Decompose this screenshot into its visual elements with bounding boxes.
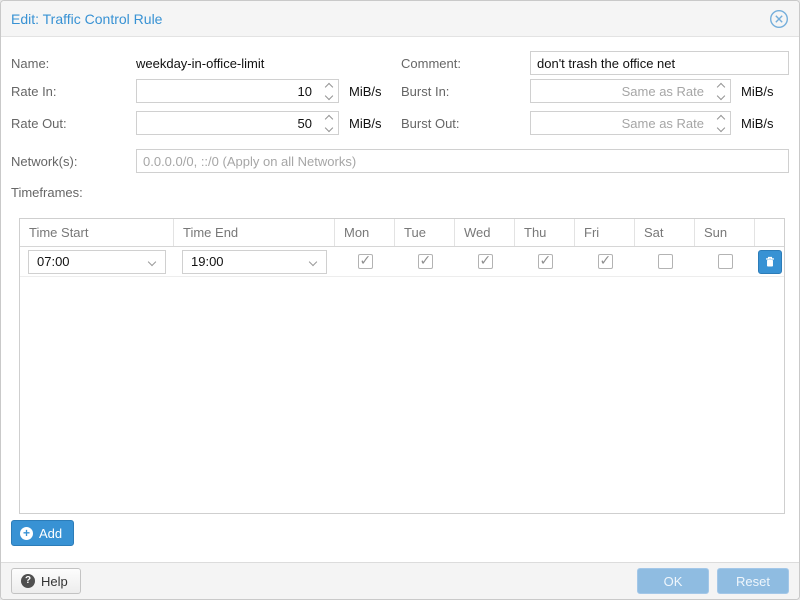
time-start-value: 07:00 [29, 254, 70, 269]
column-header-time-end: Time End [174, 219, 335, 246]
rate-out-input[interactable] [136, 111, 339, 135]
column-header-mon: Mon [335, 219, 395, 246]
chevron-down-icon [148, 257, 156, 265]
name-value: weekday-in-office-limit [136, 56, 264, 71]
burst-out-input[interactable] [530, 111, 731, 135]
comment-label: Comment: [401, 56, 530, 71]
timeframes-table: Time Start Time End Mon Tue Wed Thu Fri … [19, 218, 785, 514]
spinner-down-icon[interactable] [325, 123, 333, 131]
trash-icon [763, 255, 777, 269]
edit-traffic-control-rule-dialog: Edit: Traffic Control Rule Name: weekday… [0, 0, 800, 600]
plus-circle-icon: + [20, 527, 33, 540]
burst-out-label: Burst Out: [401, 116, 530, 131]
spinner-up-icon[interactable] [717, 114, 725, 122]
day-checkbox-tue[interactable] [418, 254, 433, 269]
day-checkbox-sat[interactable] [658, 254, 673, 269]
spinner-up-icon[interactable] [325, 114, 333, 122]
add-button[interactable]: + Add [11, 520, 74, 546]
column-header-tue: Tue [395, 219, 455, 246]
spinner-up-icon[interactable] [325, 82, 333, 90]
timeframes-table-header: Time Start Time End Mon Tue Wed Thu Fri … [20, 219, 784, 247]
column-header-sun: Sun [695, 219, 755, 246]
column-header-thu: Thu [515, 219, 575, 246]
help-button-label: Help [41, 574, 68, 589]
rate-in-input[interactable] [136, 79, 339, 103]
day-checkbox-sun[interactable] [718, 254, 733, 269]
burst-out-unit: MiB/s [741, 116, 774, 131]
networks-input[interactable] [136, 149, 789, 173]
dialog-body: Name: weekday-in-office-limit Comment: R… [1, 37, 799, 546]
spinner-up-icon[interactable] [717, 82, 725, 90]
time-end-combo[interactable]: 19:00 [182, 250, 327, 274]
name-label: Name: [11, 56, 136, 71]
dialog-header: Edit: Traffic Control Rule [1, 1, 799, 37]
reset-button[interactable]: Reset [717, 568, 789, 594]
spinner-down-icon[interactable] [325, 91, 333, 99]
burst-in-input[interactable] [530, 79, 731, 103]
day-checkbox-mon[interactable] [358, 254, 373, 269]
comment-input[interactable] [530, 51, 789, 75]
column-header-sat: Sat [635, 219, 695, 246]
delete-row-button[interactable] [758, 250, 782, 274]
column-header-fri: Fri [575, 219, 635, 246]
rate-out-unit: MiB/s [349, 116, 382, 131]
rate-in-unit: MiB/s [349, 84, 382, 99]
rate-out-label: Rate Out: [11, 116, 136, 131]
spinner-down-icon[interactable] [717, 91, 725, 99]
close-icon [769, 9, 789, 29]
day-checkbox-thu[interactable] [538, 254, 553, 269]
rate-in-label: Rate In: [11, 84, 136, 99]
column-header-wed: Wed [455, 219, 515, 246]
add-button-label: Add [39, 526, 62, 541]
timeframes-table-empty-area [20, 277, 784, 513]
column-header-time-start: Time Start [20, 219, 174, 246]
question-circle-icon: ? [21, 574, 35, 588]
networks-label: Network(s): [11, 154, 136, 169]
burst-in-unit: MiB/s [741, 84, 774, 99]
time-start-combo[interactable]: 07:00 [28, 250, 166, 274]
dialog-title: Edit: Traffic Control Rule [11, 11, 162, 27]
dialog-footer: ? Help OK Reset [1, 562, 799, 599]
chevron-down-icon [309, 257, 317, 265]
timeframe-row: 07:00 19:00 [20, 247, 784, 277]
close-button[interactable] [769, 9, 789, 29]
timeframes-label: Timeframes: [11, 185, 789, 200]
day-checkbox-wed[interactable] [478, 254, 493, 269]
ok-button[interactable]: OK [637, 568, 709, 594]
burst-in-label: Burst In: [401, 84, 530, 99]
column-header-actions [755, 219, 784, 246]
spinner-down-icon[interactable] [717, 123, 725, 131]
time-end-value: 19:00 [183, 254, 224, 269]
day-checkbox-fri[interactable] [598, 254, 613, 269]
help-button[interactable]: ? Help [11, 568, 81, 594]
